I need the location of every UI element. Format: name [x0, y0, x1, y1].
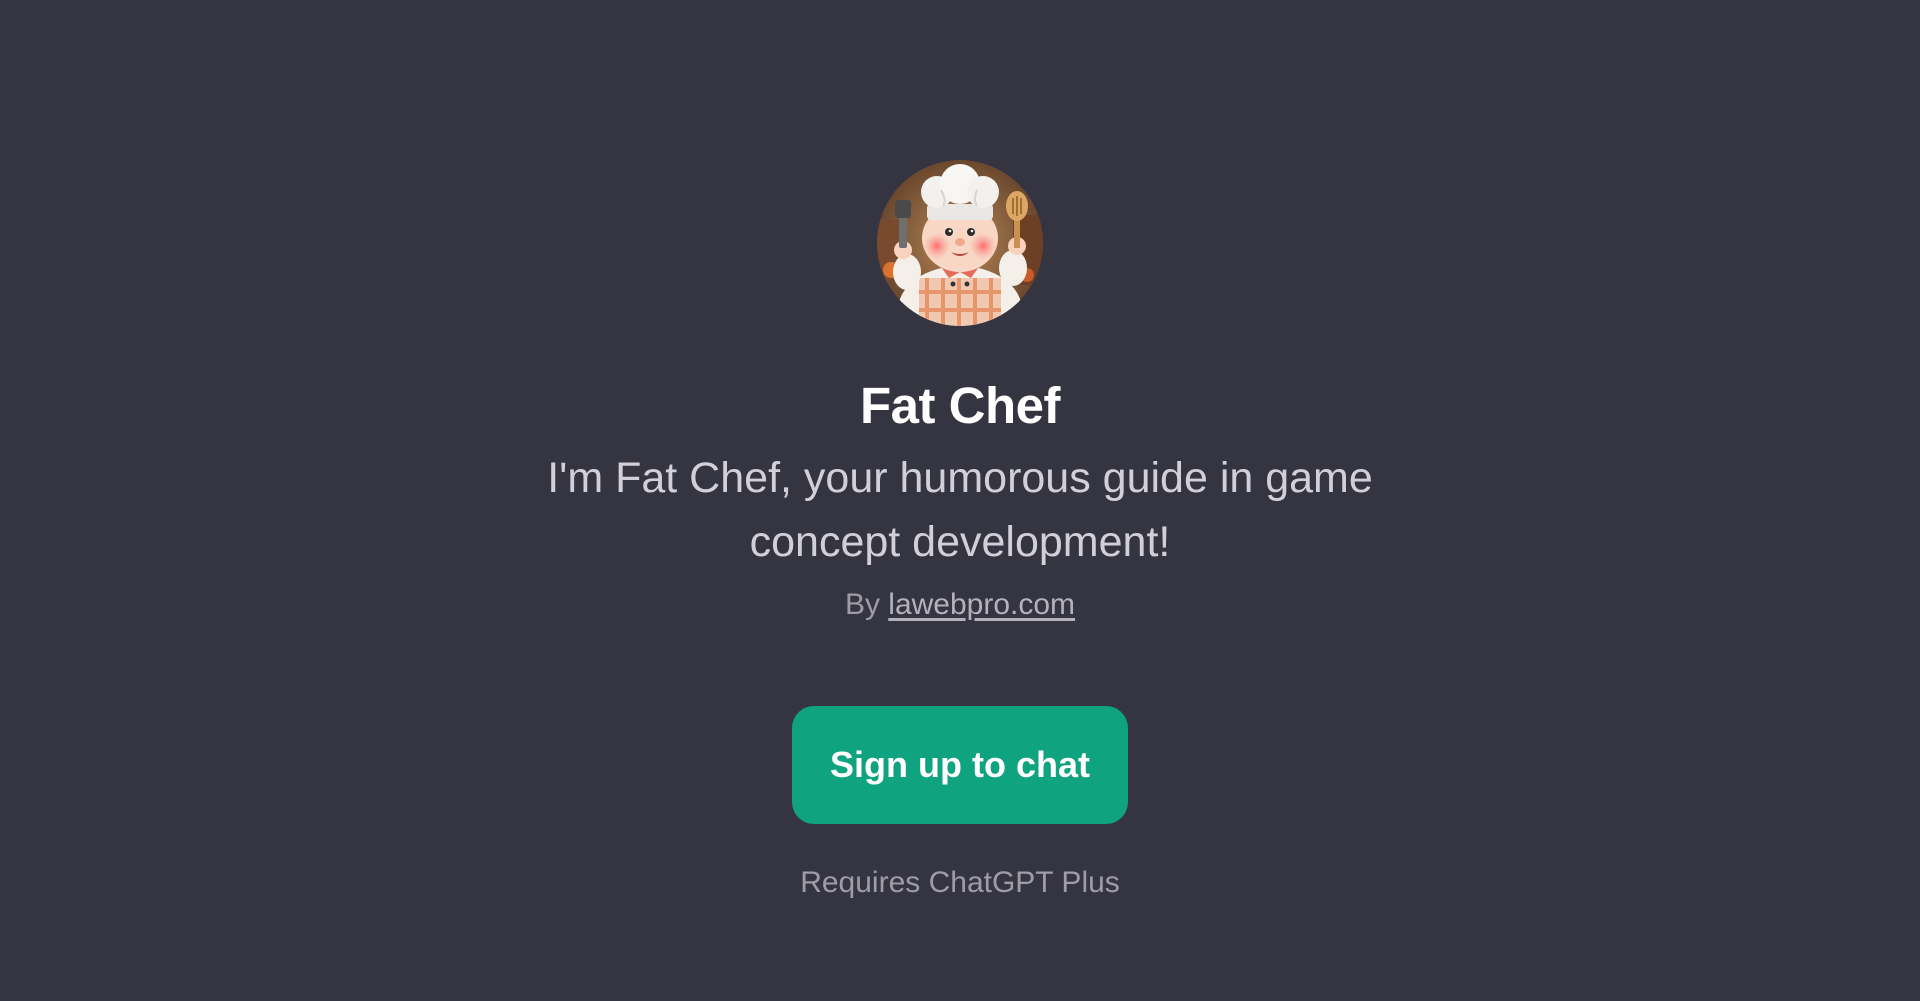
gpt-profile: Fat Chef I'm Fat Chef, your humorous gui…	[0, 160, 1920, 900]
author-byline: By lawebpro.com	[845, 588, 1075, 622]
gpt-landing-page: Fat Chef I'm Fat Chef, your humorous gui…	[0, 0, 1920, 1001]
gpt-description: I'm Fat Chef, your humorous guide in gam…	[547, 454, 1373, 567]
sign-up-to-chat-button[interactable]: Sign up to chat	[792, 706, 1128, 825]
requirement-note: Requires ChatGPT Plus	[800, 866, 1120, 900]
byline-prefix: By	[844, 588, 880, 622]
author-link[interactable]: lawebpro.com	[888, 588, 1075, 621]
gpt-title: Fat Chef	[860, 377, 1061, 434]
fat-chef-avatar-icon	[877, 160, 1043, 326]
